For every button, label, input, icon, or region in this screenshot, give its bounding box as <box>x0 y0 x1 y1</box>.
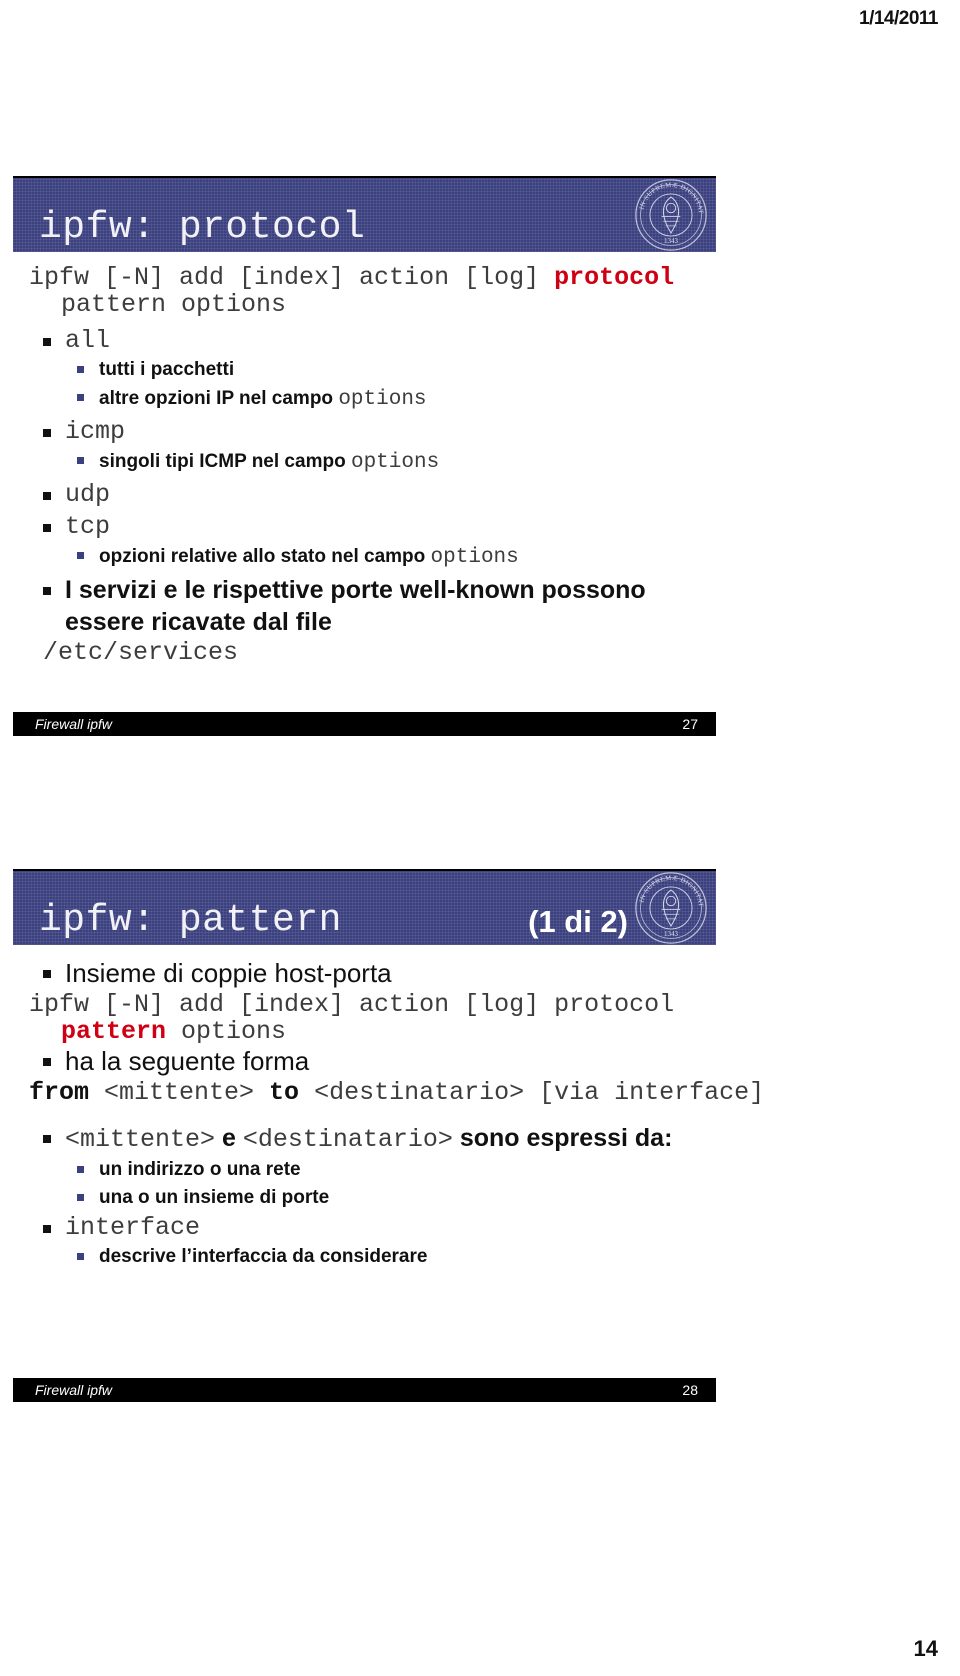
receiver-placeholder: <destinatario> <box>242 1125 453 1154</box>
syntax-line-2: pattern options <box>29 1018 706 1045</box>
slide-number: 28 <box>682 1382 698 1398</box>
svg-text:1343: 1343 <box>664 930 679 938</box>
svg-text:IN SUPREMÆ DIGNITATIS: IN SUPREMÆ DIGNITATIS <box>632 176 704 214</box>
date-header: 1/14/2011 <box>859 8 938 29</box>
university-seal-icon: 1343 IN SUPREMÆ DIGNITATIS <box>632 176 707 251</box>
document-page: 1/14/2011 ipfw: protocol 1343 IN SUPREMÆ… <box>0 0 960 1676</box>
syntax-highlight: pattern <box>61 1017 167 1046</box>
sub-list: singoli tipi ICMP nel campo options <box>65 447 706 478</box>
list-item: ha la seguente forma <box>29 1045 706 1078</box>
syntax-highlight: protocol <box>554 263 675 292</box>
slide-title: ipfw: protocol <box>39 206 366 249</box>
list-item: descrive l’interfaccia da considerare <box>65 1243 706 1270</box>
svg-text:IN SUPREMÆ DIGNITATIS: IN SUPREMÆ DIGNITATIS <box>632 869 704 907</box>
list-item: una o un insieme di porte <box>65 1184 706 1211</box>
slide-ipfw-protocol: ipfw: protocol 1343 IN SUPREMÆ DIGNITAT I… <box>13 176 716 736</box>
syntax-line-1: ipfw [-N] add [index] action [log] proto… <box>29 990 675 1019</box>
bullet-label: tcp <box>65 512 111 541</box>
syntax-suffix: options <box>166 1017 287 1046</box>
sub-item-code: options <box>430 546 519 569</box>
list-item: un indirizzo o una rete <box>65 1156 706 1183</box>
list-item: interface descrive l’interfaccia da cons… <box>29 1212 706 1270</box>
bullet-label: I servizi e le rispettive porte well-kno… <box>65 576 646 636</box>
protocol-bullet-list: all tutti i pacchetti altre opzioni IP n… <box>29 325 706 638</box>
sub-item-code: options <box>350 451 440 474</box>
list-item: I servizi e le rispettive porte well-kno… <box>29 574 706 638</box>
page-number: 14 <box>913 1636 938 1661</box>
list-item: tcp opzioni relative allo stato nel camp… <box>29 511 706 573</box>
sub-item-code: options <box>338 388 427 411</box>
list-item: all tutti i pacchetti altre opzioni IP n… <box>29 325 706 415</box>
form-syntax-line: from <mittente> to <destinatario> [via i… <box>29 1078 764 1107</box>
slide-ipfw-pattern: ipfw: pattern (1 di 2) 1343 IN SUPREMÆ D… <box>13 869 764 1402</box>
list-item: singoli tipi ICMP nel campo options <box>65 447 706 478</box>
slide-footer: Firewall ipfw 27 <box>13 712 716 736</box>
sub-list: un indirizzo o una rete una o un insieme… <box>65 1156 706 1211</box>
list-item: opzioni relative allo stato nel campo op… <box>65 542 706 573</box>
sender-placeholder: <mittente> <box>89 1078 270 1107</box>
list-item: altre opzioni IP nel campo options <box>65 384 706 415</box>
sub-item-text: altre opzioni IP nel campo <box>99 388 339 409</box>
services-file-path: /etc/services <box>43 638 239 667</box>
bullet-label: interface <box>65 1213 201 1242</box>
syntax-line-1: ipfw [-N] add [index] action [log] proto… <box>29 264 706 291</box>
sub-item-text: singoli tipi ICMP nel campo <box>99 451 351 472</box>
conjunction: e <box>215 1124 243 1152</box>
sub-item-text: opzioni relative allo stato nel campo <box>99 546 431 567</box>
slide-header: ipfw: pattern (1 di 2) 1343 IN SUPREMÆ D… <box>13 869 716 945</box>
slide-footer: Firewall ipfw 28 <box>13 1378 716 1402</box>
list-item: Insieme di coppie host-porta <box>29 957 706 990</box>
slide-title: ipfw: pattern <box>39 899 342 942</box>
slide-header: ipfw: protocol 1343 IN SUPREMÆ DIGNITATI… <box>13 176 716 252</box>
bullet-label: ha la seguente forma <box>65 1046 310 1076</box>
sender-placeholder: <mittente> <box>65 1125 216 1154</box>
slide-title-suffix: (1 di 2) <box>528 904 628 939</box>
syntax-line-2: pattern options <box>61 290 287 319</box>
bullet-label: <mittente> e <destinatario> sono espress… <box>65 1122 695 1156</box>
list-item: udp <box>29 479 706 510</box>
university-seal-icon: 1343 IN SUPREMÆ DIGNITATIS <box>632 869 707 944</box>
via-interface-option: [via interface] <box>539 1078 765 1107</box>
sub-item-text: descrive l’interfaccia da considerare <box>99 1246 428 1267</box>
slide-body: Insieme di coppie host-porta ipfw [-N] a… <box>13 945 764 1378</box>
bullet-label: all <box>65 326 111 355</box>
list-item: <mittente> e <destinatario> sono espress… <box>29 1122 706 1211</box>
slide-number: 27 <box>682 716 698 732</box>
sub-item-text: tutti i pacchetti <box>99 359 235 380</box>
slide-body: ipfw [-N] add [index] action [log] proto… <box>13 252 716 712</box>
sub-list: tutti i pacchetti altre opzioni IP nel c… <box>65 356 706 415</box>
expressed-bullet-list: <mittente> e <destinatario> sono espress… <box>29 1122 706 1270</box>
sub-item-text: un indirizzo o una rete <box>99 1159 301 1180</box>
pattern-bullet-list: Insieme di coppie host-porta <box>29 957 706 990</box>
bullet-label: icmp <box>65 417 126 446</box>
syntax-prefix: ipfw [-N] add [index] action [log] <box>29 263 555 292</box>
footer-label: Firewall ipfw <box>35 1382 113 1398</box>
list-item: tutti i pacchetti <box>65 356 706 383</box>
receiver-placeholder: <destinatario> <box>299 1078 540 1107</box>
list-item: icmp singoli tipi ICMP nel campo options <box>29 416 706 478</box>
bullet-label: Insieme di coppie host-porta <box>65 958 392 988</box>
bullet-label: udp <box>65 480 111 509</box>
sub-item-text: una o un insieme di porte <box>99 1187 330 1208</box>
svg-text:1343: 1343 <box>664 237 679 245</box>
form-bullet-list: ha la seguente forma <box>29 1045 706 1078</box>
keyword-to: to <box>269 1078 300 1107</box>
sub-list: opzioni relative allo stato nel campo op… <box>65 542 706 573</box>
footer-label: Firewall ipfw <box>35 716 113 732</box>
sub-list: descrive l’interfaccia da considerare <box>65 1243 706 1270</box>
keyword-from: from <box>29 1078 90 1107</box>
expressed-text: sono espressi da: <box>452 1124 673 1152</box>
